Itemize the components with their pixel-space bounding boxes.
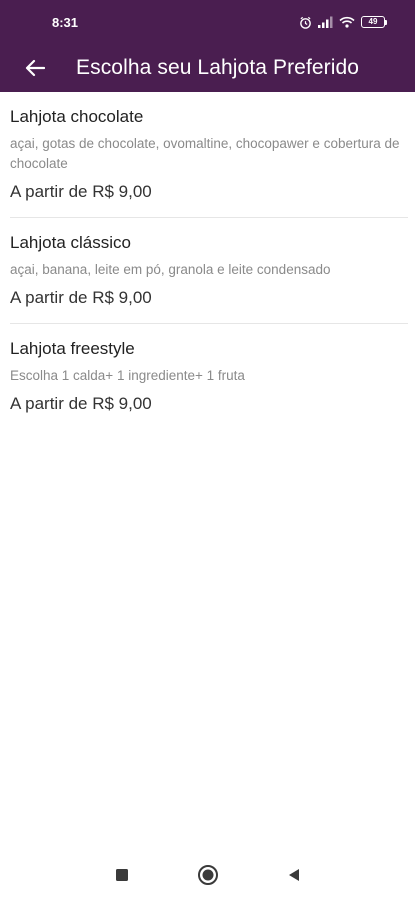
product-price: A partir de R$ 9,00 — [10, 394, 152, 413]
wifi-icon — [339, 16, 355, 28]
product-description: açai, gotas de chocolate, ovomaltine, ch… — [10, 136, 400, 171]
product-description: Escolha 1 calda+ 1 ingrediente+ 1 fruta — [10, 368, 245, 383]
list-item-lahjota-freestyle[interactable]: Lahjota freestyle Escolha 1 calda+ 1 ing… — [10, 324, 408, 429]
page-title: Escolha seu Lahjota Preferido — [76, 56, 360, 79]
battery-icon: 49 — [361, 16, 387, 28]
list-item-lahjota-classico[interactable]: Lahjota clássico açai, banana, leite em … — [10, 218, 408, 324]
home-circle-icon[interactable] — [196, 863, 220, 887]
status-bar: 8:31 49 — [0, 0, 415, 44]
back-triangle-icon[interactable] — [282, 863, 306, 887]
product-name: Lahjota chocolate — [10, 107, 144, 126]
product-name: Lahjota freestyle — [10, 339, 135, 358]
status-time: 8:31 — [52, 14, 79, 30]
status-icons: 49 — [299, 16, 387, 29]
product-description: açai, banana, leite em pó, granola e lei… — [10, 262, 331, 277]
system-nav-bar — [0, 850, 415, 900]
product-name: Lahjota clássico — [10, 233, 131, 252]
recents-square-icon[interactable] — [110, 863, 134, 887]
battery-level: 49 — [361, 16, 385, 28]
product-price: A partir de R$ 9,00 — [10, 288, 152, 307]
signal-icon — [318, 16, 333, 28]
arrow-left-icon[interactable] — [24, 57, 46, 79]
product-list: Lahjota chocolate açai, gotas de chocola… — [0, 92, 415, 429]
app-bar: Escolha seu Lahjota Preferido — [0, 44, 415, 92]
alarm-icon — [299, 16, 312, 29]
list-item-lahjota-chocolate[interactable]: Lahjota chocolate açai, gotas de chocola… — [10, 92, 408, 218]
product-price: A partir de R$ 9,00 — [10, 182, 152, 201]
